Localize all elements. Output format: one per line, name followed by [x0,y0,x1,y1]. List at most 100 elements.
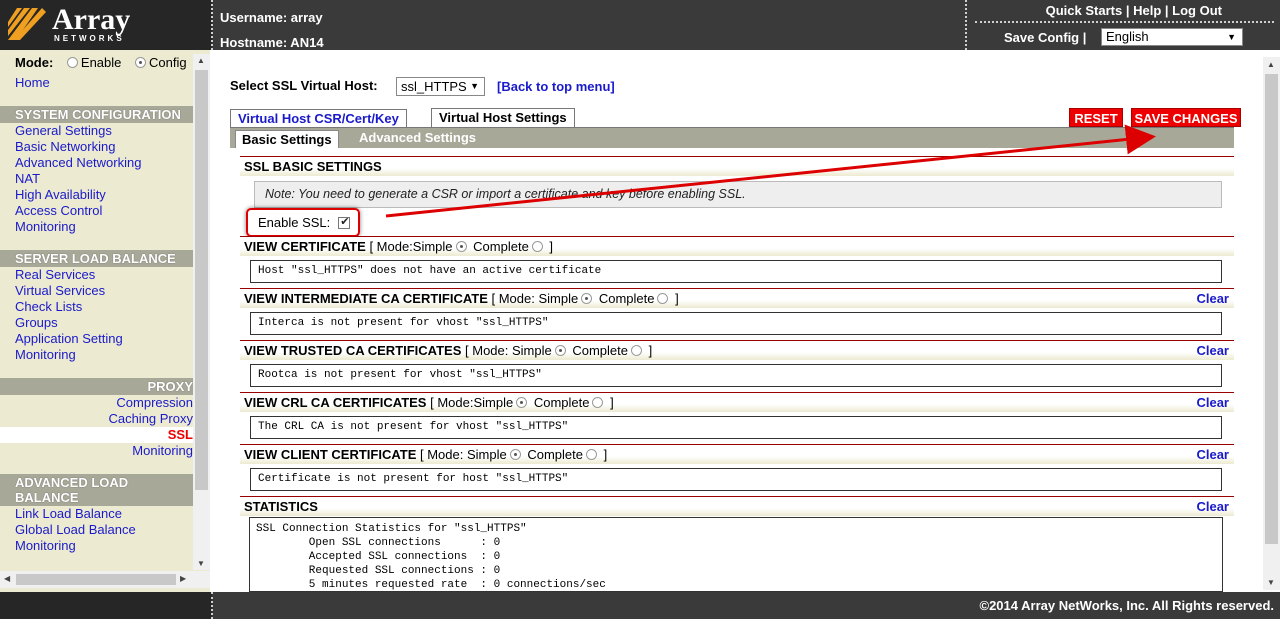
mode-complete-radio[interactable] [657,293,669,304]
logo-subtitle: NETWORKS [54,34,125,43]
stats-line: Requested SSL connections : 0 [256,565,501,577]
sidebar-vertical-scrollbar[interactable]: ▲ ▼ [193,54,210,570]
section-view-trusted-ca-certificates: VIEW TRUSTED CA CERTIFICATES [ Mode: Sim… [240,340,1234,360]
stats-line: SSL Connection Statistics for "ssl_HTTPS… [256,523,527,535]
hostname-text: Hostname: AN14 [220,35,324,50]
mode-complete-radio[interactable] [585,449,597,460]
chevron-down-icon: ▼ [1227,32,1236,42]
scroll-down-icon[interactable]: ▼ [1267,578,1275,587]
language-select[interactable]: English ▼ [1101,28,1243,46]
clear-link[interactable]: Clear [1196,447,1229,462]
scroll-up-icon[interactable]: ▲ [197,56,205,65]
divider [965,0,967,50]
sidebar-item-monitoring[interactable]: Monitoring [15,347,76,362]
footer: ©2014 Array NetWorks, Inc. All Rights re… [0,592,1280,619]
scroll-left-icon[interactable]: ◀ [4,574,10,583]
save-config-link[interactable]: Save Config [1004,30,1079,45]
sidebar-item-virtual-services[interactable]: Virtual Services [15,283,105,298]
sidebar-item-basic-networking[interactable]: Basic Networking [15,139,115,154]
trusted-ca-output: Rootca is not present for vhost "ssl_HTT… [250,364,1222,387]
section-ssl-basic-settings: SSL BASIC SETTINGS [240,156,1234,176]
mode-enable-radio[interactable] [66,57,78,68]
highlight-callout [246,208,360,237]
logo-name: Array [52,3,131,36]
sidebar-item-compression[interactable]: Compression [116,395,193,410]
sidebar-item-high-availability[interactable]: High Availability [15,187,106,202]
sidebar-item-monitoring[interactable]: Monitoring [15,219,76,234]
tab-virtual-host-settings[interactable]: Virtual Host Settings [431,108,575,128]
sidebar-item-monitoring[interactable]: Monitoring [15,538,76,553]
main-vertical-scrollbar[interactable]: ▲ ▼ [1263,57,1280,590]
scroll-thumb[interactable] [16,574,176,585]
scroll-thumb[interactable] [195,70,208,490]
mode-close: ] [675,291,679,306]
scroll-thumb[interactable] [1265,74,1278,544]
subtab-basic-settings[interactable]: Basic Settings [235,130,339,148]
mode-close: ] [549,239,554,254]
mode-simple-radio[interactable] [554,345,566,356]
scroll-down-icon[interactable]: ▼ [197,559,205,568]
mode-config-label: Config [149,55,187,70]
virtual-host-select[interactable]: ssl_HTTPS ▼ [396,77,485,96]
intermediate-ca-output: Interca is not present for vhost "ssl_HT… [250,312,1222,335]
scroll-up-icon[interactable]: ▲ [1267,60,1275,69]
copyright-text: ©2014 Array NetWorks, Inc. All Rights re… [979,598,1275,613]
help-link[interactable]: Help [1133,3,1161,18]
clear-link[interactable]: Clear [1196,395,1229,410]
sidebar-section-server-load-balance: SERVER LOAD BALANCE [0,250,193,267]
mode-simple-radio[interactable] [455,241,467,252]
mode-complete-radio[interactable] [531,241,543,252]
separator: | [1164,3,1169,18]
clear-link[interactable]: Clear [1196,343,1229,358]
username-text: Username: array [220,10,323,25]
save-changes-button[interactable]: SAVE CHANGES [1131,108,1241,127]
section-view-certificate: VIEW CERTIFICATE [ Mode:Simple Complete … [240,236,1234,256]
sidebar-item-application-setting[interactable]: Application Setting [15,331,123,346]
sidebar-item-caching-proxy[interactable]: Caching Proxy [108,411,193,426]
divider [975,21,1274,23]
reset-button[interactable]: RESET [1069,108,1123,127]
tab-virtual-host-csr-cert-key[interactable]: Virtual Host CSR/Cert/Key [230,109,407,128]
mode-simple-radio[interactable] [509,449,521,460]
clear-link[interactable]: Clear [1196,291,1229,306]
mode-enable-label: Enable [80,55,122,70]
sidebar-item-general-settings[interactable]: General Settings [15,123,112,138]
sidebar-item-real-services[interactable]: Real Services [15,267,95,282]
section-view-client-certificate: VIEW CLIENT CERTIFICATE [ Mode: Simple C… [240,444,1234,464]
sidebar-item-home[interactable]: Home [15,75,50,90]
sidebar-item-ssl[interactable]: SSL [168,427,193,442]
sidebar-item-nat[interactable]: NAT [15,171,40,186]
mode-open: [ Mode:Simple [369,239,453,254]
sidebar-item-monitoring[interactable]: Monitoring [132,443,193,458]
sidebar-item-global-load-balance[interactable]: Global Load Balance [15,522,136,537]
section-title-line: ADVANCED LOAD [15,475,129,490]
stats-line: 5 minutes requested rate : 0 connections… [256,579,606,591]
mode-simple-radio[interactable] [516,397,528,408]
clear-link[interactable]: Clear [1196,499,1229,514]
sidebar-item-link-load-balance[interactable]: Link Load Balance [15,506,122,521]
chevron-down-icon: ▼ [470,81,479,91]
sidebar-item-check-lists[interactable]: Check Lists [15,299,82,314]
stats-line: Accepted SSL connections : 0 [256,551,501,563]
subtab-advanced-settings[interactable]: Advanced Settings [359,130,476,145]
divider [211,592,213,619]
scroll-right-icon[interactable]: ▶ [180,574,186,583]
mode-complete-radio[interactable] [592,397,604,408]
sidebar-item-advanced-networking[interactable]: Advanced Networking [15,155,141,170]
mode-open: [ Mode:Simple [430,395,514,410]
sidebar-item-access-control[interactable]: Access Control [15,203,102,218]
sidebar-horizontal-scrollbar[interactable]: ◀ ▶ [0,571,210,588]
mode-complete-radio[interactable] [630,345,642,356]
logout-link[interactable]: Log Out [1172,3,1222,18]
sidebar-item-groups[interactable]: Groups [15,315,58,330]
mode-complete-label: Complete [598,291,655,306]
back-to-top-menu-link[interactable]: [Back to top menu] [497,79,615,94]
mode-simple-radio[interactable] [581,293,593,304]
section-title: SSL BASIC SETTINGS [244,159,382,174]
top-header: Array NETWORKS Username: array Hostname:… [0,0,1280,50]
mode-complete-label: Complete [527,447,583,462]
sidebar-section-system-configuration: SYSTEM CONFIGURATION [0,106,193,123]
quick-starts-link[interactable]: Quick Starts [1046,3,1123,18]
mode-config-radio[interactable] [135,57,147,68]
client-certificate-output: Certificate is not present for host "ssl… [250,468,1222,491]
